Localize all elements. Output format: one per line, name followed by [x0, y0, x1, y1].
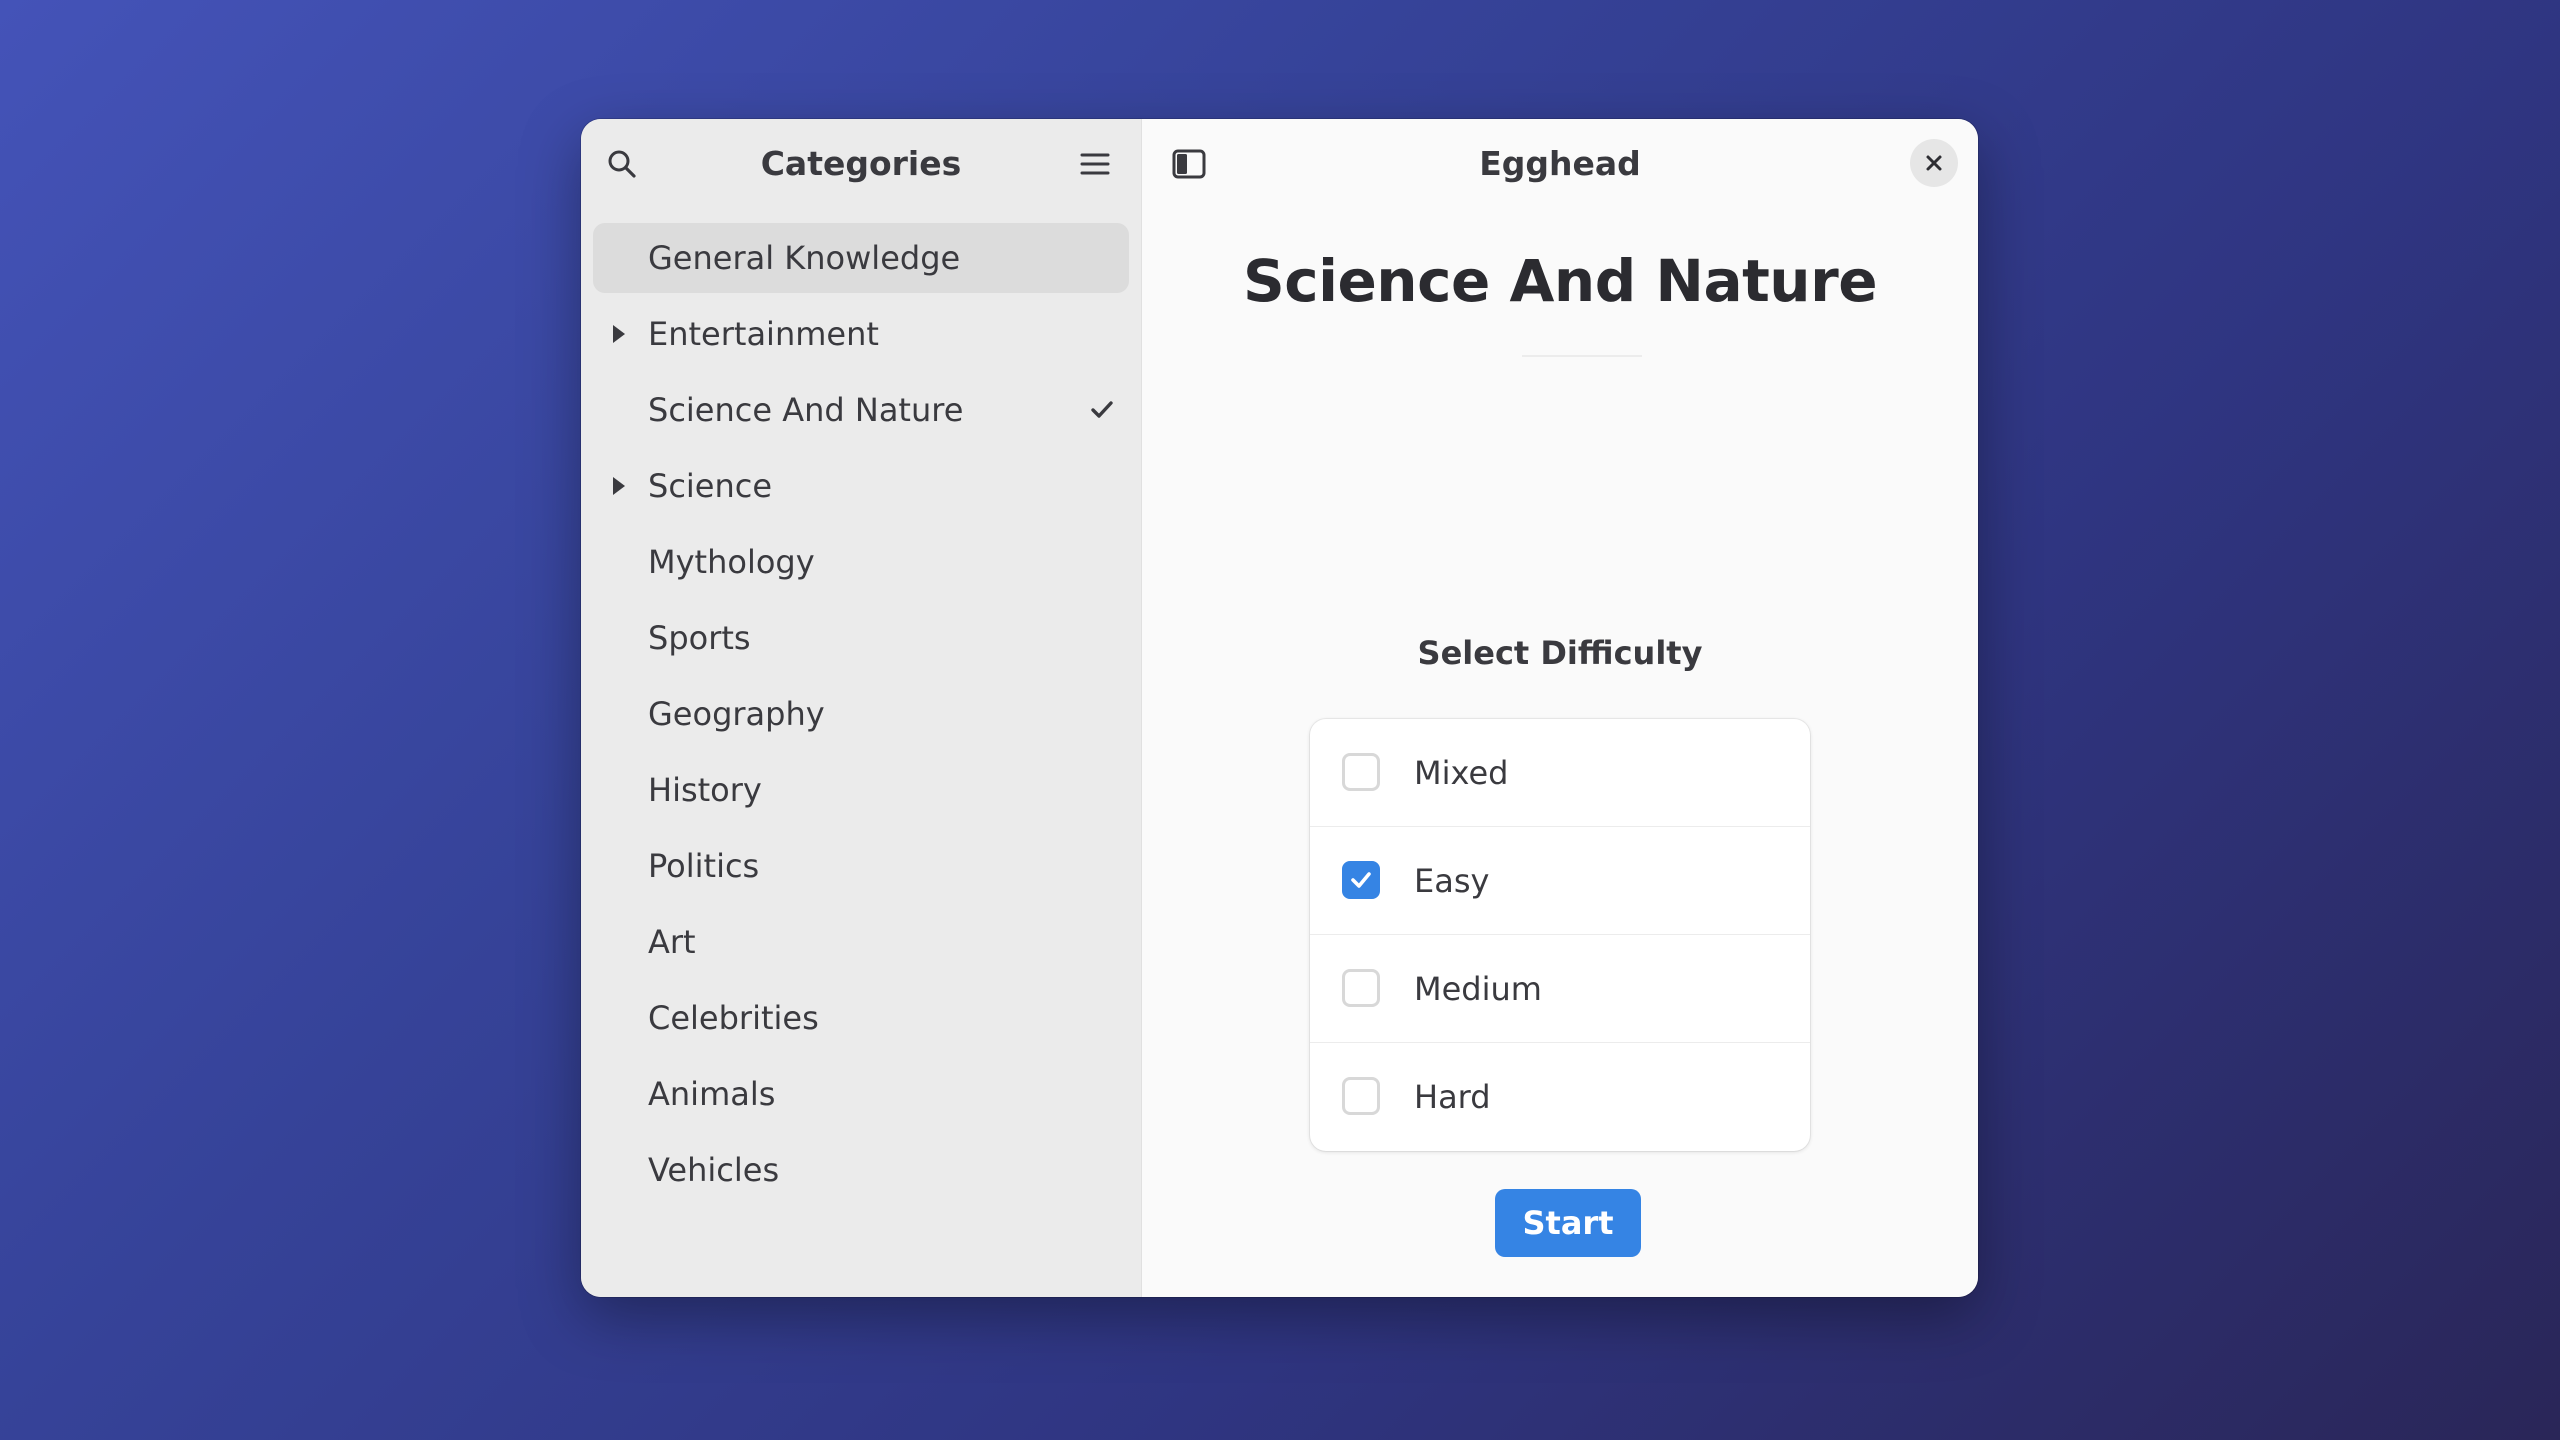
category-item-animals[interactable]: Animals: [593, 1059, 1129, 1129]
page-title: Science And Nature: [1242, 247, 1878, 315]
difficulty-label: Hard: [1414, 1077, 1491, 1116]
category-label: Entertainment: [648, 315, 879, 353]
difficulty-option-hard[interactable]: Hard: [1310, 1043, 1810, 1150]
hard-checkbox[interactable]: [1342, 1077, 1380, 1115]
main-menu-button[interactable]: [1068, 137, 1122, 191]
difficulty-label: Mixed: [1414, 753, 1509, 792]
category-label: Science And Nature: [648, 391, 964, 429]
checkmark-icon: [1351, 872, 1371, 888]
difficulty-option-mixed[interactable]: Mixed: [1310, 719, 1810, 827]
category-item-politics[interactable]: Politics: [593, 831, 1129, 901]
category-item-history[interactable]: History: [593, 755, 1129, 825]
app-window: Categories General Knowledge Entertainme…: [581, 119, 1978, 1297]
category-list: General Knowledge Entertainment Science …: [593, 223, 1129, 1211]
category-item-science-and-nature[interactable]: Science And Nature: [593, 375, 1129, 445]
difficulty-option-medium[interactable]: Medium: [1310, 935, 1810, 1043]
start-button[interactable]: Start: [1495, 1189, 1641, 1257]
category-label: Art: [648, 923, 696, 961]
category-label: Geography: [648, 695, 825, 733]
difficulty-option-easy[interactable]: Easy: [1310, 827, 1810, 935]
category-item-geography[interactable]: Geography: [593, 679, 1129, 749]
sidebar: Categories General Knowledge Entertainme…: [581, 119, 1142, 1297]
sidebar-header: Categories: [581, 119, 1141, 209]
category-label: Mythology: [648, 543, 815, 581]
check-icon: [1091, 401, 1113, 418]
category-item-entertainment[interactable]: Entertainment: [593, 299, 1129, 369]
difficulty-heading: Select Difficulty: [1417, 634, 1703, 672]
category-item-general-knowledge[interactable]: General Knowledge: [593, 223, 1129, 293]
category-label: Sports: [648, 619, 751, 657]
medium-checkbox[interactable]: [1342, 969, 1380, 1007]
window-title: Egghead: [1479, 144, 1641, 183]
expand-arrow-icon[interactable]: [613, 325, 625, 343]
category-label: History: [648, 771, 762, 809]
category-label: Celebrities: [648, 999, 819, 1037]
difficulty-label: Easy: [1414, 861, 1490, 900]
title-divider: [1522, 355, 1642, 357]
expand-arrow-icon[interactable]: [613, 477, 625, 495]
hamburger-menu-icon: [1080, 153, 1110, 175]
easy-checkbox[interactable]: [1342, 861, 1380, 899]
category-item-science[interactable]: Science: [593, 451, 1129, 521]
category-item-sports[interactable]: Sports: [593, 603, 1129, 673]
category-item-celebrities[interactable]: Celebrities: [593, 983, 1129, 1053]
close-button[interactable]: [1910, 139, 1958, 187]
category-item-mythology[interactable]: Mythology: [593, 527, 1129, 597]
category-label: Science: [648, 467, 773, 505]
difficulty-list: Mixed Easy Medium Hard: [1310, 719, 1810, 1151]
category-label: Vehicles: [648, 1151, 780, 1189]
category-label: Politics: [648, 847, 760, 885]
category-item-vehicles[interactable]: Vehicles: [593, 1135, 1129, 1205]
mixed-checkbox[interactable]: [1342, 753, 1380, 791]
category-label: Animals: [648, 1075, 776, 1113]
main-content: Egghead Science And Nature Select Diffic…: [1142, 119, 1978, 1297]
close-icon: [1926, 155, 1942, 171]
difficulty-label: Medium: [1414, 969, 1542, 1008]
category-item-art[interactable]: Art: [593, 907, 1129, 977]
category-label: General Knowledge: [648, 239, 961, 277]
sidebar-title: Categories: [760, 144, 962, 183]
